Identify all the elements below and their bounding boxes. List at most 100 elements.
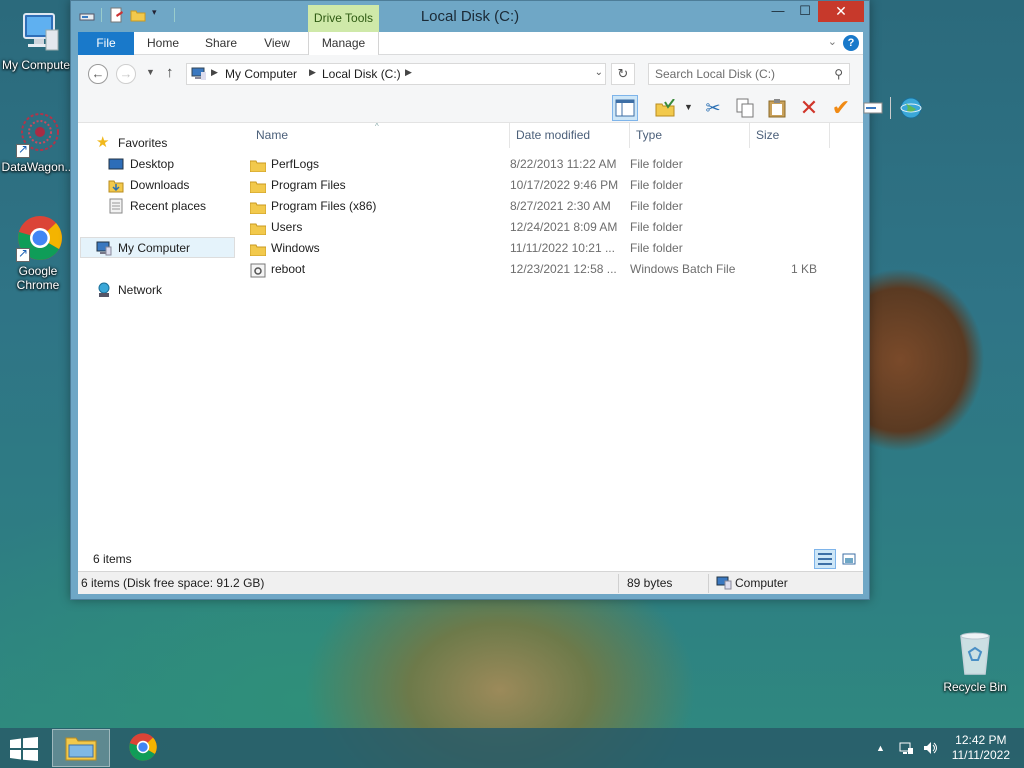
windows-start-icon[interactable]	[10, 737, 38, 761]
file-type: File folder	[630, 199, 683, 213]
tab-manage[interactable]: Manage	[308, 32, 379, 55]
folder-icon	[250, 242, 267, 257]
desktop-icon-my-computer[interactable]: My Computer	[0, 8, 76, 72]
explorer-window: ▾ Drive Tools Local Disk (C:) — ☐ ✕ File…	[70, 0, 922, 600]
column-header-size[interactable]: Size	[750, 123, 830, 148]
breadcrumb-separator-icon[interactable]: ▶	[405, 67, 412, 78]
checkmark-icon[interactable]: ✔	[828, 95, 854, 121]
star-icon: ★	[96, 134, 110, 151]
breadcrumb-separator-icon[interactable]: ▶	[211, 67, 218, 78]
nav-desktop[interactable]: Desktop	[108, 154, 174, 174]
file-row[interactable]: PerfLogs 8/22/2013 11:22 AM File folder	[238, 154, 863, 175]
column-header-type[interactable]: Type	[630, 123, 750, 148]
file-type: Windows Batch File	[630, 262, 736, 276]
navigation-pane: ★ Favorites Desktop Downloads Recent pla…	[78, 123, 238, 547]
delete-icon[interactable]: ✕	[796, 95, 822, 121]
ribbon-tabs: File Home Share View Manage ⌄ ?	[78, 32, 863, 55]
folder-icon	[250, 158, 267, 173]
breadcrumb-local-disk[interactable]: Local Disk (C:)	[322, 67, 401, 81]
desktop-icon-label: DataWagon...	[1, 160, 75, 174]
forward-button[interactable]: →	[116, 64, 136, 84]
column-header-name[interactable]: Name	[250, 123, 510, 148]
folder-options-dropdown-icon[interactable]: ▼	[684, 102, 693, 112]
desktop-icon-label: Google Chrome	[16, 264, 60, 292]
taskbar: ▲ 12:42 PM 11/11/2022	[0, 728, 1024, 768]
copy-icon[interactable]	[732, 95, 758, 121]
rename-icon[interactable]	[860, 95, 886, 121]
tab-view[interactable]: View	[252, 32, 302, 55]
file-type: File folder	[630, 178, 683, 192]
nav-network-label: Network	[118, 283, 163, 297]
maximize-button[interactable]: ☐	[791, 1, 819, 22]
preview-pane-icon[interactable]	[612, 95, 638, 121]
large-icons-view-icon[interactable]	[838, 549, 860, 569]
select-folder-icon[interactable]	[652, 95, 678, 121]
status-location: Computer	[735, 576, 788, 590]
ribbon-expand-icon[interactable]: ⌄	[828, 35, 837, 48]
breadcrumb-separator-icon[interactable]: ▶	[309, 67, 316, 78]
computer-icon	[191, 67, 207, 81]
desktop-icon-label: My Computer	[1, 58, 75, 72]
status-size: 89 bytes	[627, 576, 673, 590]
nav-favorites[interactable]: ★ Favorites	[96, 133, 167, 153]
file-row[interactable]: reboot 12/23/2021 12:58 ... Windows Batc…	[238, 259, 863, 280]
nav-my-computer-label: My Computer	[118, 241, 191, 255]
refresh-button[interactable]: ↻	[611, 63, 635, 85]
close-button[interactable]: ✕	[818, 1, 864, 22]
desktop-icon-google-chrome[interactable]: Google Chrome	[0, 214, 76, 292]
search-icon[interactable]: ⚲	[834, 67, 843, 81]
help-icon[interactable]: ?	[843, 35, 859, 51]
paste-icon[interactable]	[764, 95, 790, 121]
file-row[interactable]: Program Files 10/17/2022 9:46 PM File fo…	[238, 175, 863, 196]
network-status-icon[interactable]	[898, 740, 914, 759]
up-arrow-icon[interactable]: ↑	[166, 64, 174, 81]
network-icon	[96, 282, 112, 298]
address-bar[interactable]: ▶ My Computer ▶ Local Disk (C:) ▶ ⌄	[186, 63, 606, 85]
clock-time: 12:42 PM	[955, 733, 1007, 747]
desktop-icon-recycle-bin[interactable]: Recycle Bin	[937, 630, 1013, 694]
folder-icon	[250, 221, 267, 236]
details-view-icon[interactable]	[814, 549, 836, 569]
file-name: Users	[271, 220, 303, 234]
breadcrumb-my-computer[interactable]: My Computer	[225, 67, 297, 81]
file-date: 11/11/2022 10:21 ...	[510, 241, 615, 255]
nav-downloads[interactable]: Downloads	[108, 175, 189, 195]
address-dropdown-icon[interactable]: ⌄	[595, 67, 603, 78]
globe-icon[interactable]	[898, 95, 924, 121]
file-date: 10/17/2022 9:46 PM	[510, 178, 619, 192]
title-bar[interactable]: ▾ Drive Tools Local Disk (C:) — ☐ ✕	[71, 1, 869, 32]
nav-recent-places[interactable]: Recent places	[108, 196, 206, 216]
navigation-bar: ← → ▼ ↑ ▶ My Computer ▶ Local Disk (C:) …	[78, 55, 863, 93]
minimize-button[interactable]: —	[764, 1, 792, 22]
tab-home[interactable]: Home	[138, 32, 188, 55]
file-list: ^ Name Date modified Type Size PerfLogs …	[238, 122, 863, 547]
tab-file[interactable]: File	[78, 32, 134, 55]
file-name: Program Files (x86)	[271, 199, 377, 213]
taskbar-file-explorer[interactable]	[52, 729, 110, 767]
search-box[interactable]: ⚲	[648, 63, 850, 85]
folder-icon	[250, 200, 267, 215]
file-size: 1 KB	[790, 262, 817, 276]
file-date: 12/24/2021 8:09 AM	[510, 220, 618, 234]
cut-icon[interactable]: ✂	[700, 95, 726, 121]
desktop-icon-datawagon[interactable]: DataWagon...	[0, 110, 76, 174]
file-row[interactable]: Program Files (x86) 8/27/2021 2:30 AM Fi…	[238, 196, 863, 217]
show-hidden-icons-icon[interactable]: ▲	[876, 743, 885, 753]
file-row[interactable]: Users 12/24/2021 8:09 AM File folder	[238, 217, 863, 238]
nav-my-computer[interactable]: My Computer	[96, 238, 190, 258]
taskbar-chrome[interactable]	[114, 729, 172, 767]
column-header-date-modified[interactable]: Date modified	[510, 123, 630, 148]
volume-icon[interactable]	[922, 740, 938, 759]
nav-recent-places-label: Recent places	[130, 199, 207, 213]
clock[interactable]: 12:42 PM 11/11/2022	[952, 733, 1010, 763]
back-button[interactable]: ←	[88, 64, 108, 84]
tab-share[interactable]: Share	[196, 32, 246, 55]
computer-icon	[96, 240, 112, 256]
file-row[interactable]: Windows 11/11/2022 10:21 ... File folder	[238, 238, 863, 259]
chrome-icon	[14, 214, 62, 262]
search-input[interactable]	[655, 67, 825, 81]
computer-icon	[716, 576, 732, 593]
nav-network[interactable]: Network	[96, 280, 162, 300]
recent-locations-dropdown-icon[interactable]: ▼	[146, 67, 155, 77]
datawagon-icon	[14, 110, 62, 158]
